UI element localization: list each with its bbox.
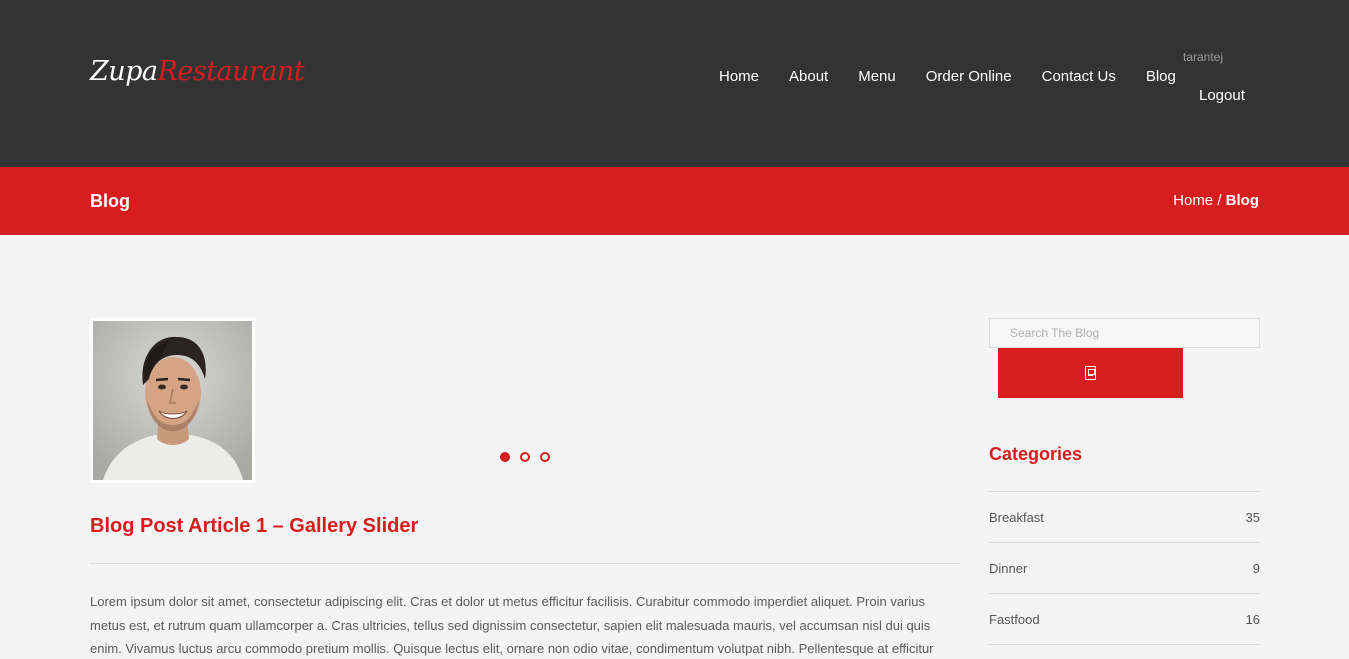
logout-link[interactable]: Logout bbox=[1199, 87, 1245, 104]
user-box: tarantej Logout bbox=[1183, 49, 1263, 104]
category-count: 16 bbox=[1245, 611, 1260, 627]
blog-search-input[interactable] bbox=[989, 318, 1260, 348]
username: tarantej bbox=[1183, 50, 1224, 64]
page-title-bar: Blog Home / Blog bbox=[0, 167, 1349, 235]
slider-dot-1[interactable] bbox=[500, 452, 510, 462]
nav-home[interactable]: Home bbox=[719, 67, 759, 87]
nav-order-online[interactable]: Order Online bbox=[926, 67, 1012, 87]
breadcrumb-home[interactable]: Home bbox=[1173, 192, 1213, 209]
search-icon bbox=[1085, 366, 1096, 380]
portrait-photo bbox=[93, 321, 252, 480]
category-item-fastfood[interactable]: Fastfood 16 bbox=[989, 594, 1260, 645]
category-label: Fastfood bbox=[989, 611, 1040, 627]
categories-heading: Categories bbox=[989, 444, 1083, 464]
nav-contact-us[interactable]: Contact Us bbox=[1042, 67, 1116, 87]
category-label: Dinner bbox=[989, 560, 1028, 576]
category-item-dinner[interactable]: Dinner 9 bbox=[989, 543, 1260, 594]
logo-part-1: Zupa bbox=[90, 56, 158, 87]
gallery-slider-dots bbox=[500, 452, 560, 462]
nav-menu[interactable]: Menu bbox=[858, 67, 896, 87]
page-title: Blog bbox=[90, 191, 130, 211]
breadcrumb: Home / Blog bbox=[1173, 192, 1259, 210]
main-nav: Home About Menu Order Online Contact Us … bbox=[719, 67, 1176, 87]
category-count: 35 bbox=[1245, 509, 1260, 525]
categories-list: Breakfast 35 Dinner 9 Fastfood 16 bbox=[989, 491, 1260, 645]
post-divider bbox=[90, 563, 960, 564]
blog-search-button[interactable] bbox=[998, 348, 1183, 398]
category-count: 9 bbox=[1252, 560, 1260, 576]
category-label: Breakfast bbox=[989, 509, 1044, 525]
nav-about[interactable]: About bbox=[789, 67, 828, 87]
breadcrumb-separator: / bbox=[1213, 192, 1226, 209]
slider-dot-2[interactable] bbox=[520, 452, 530, 462]
category-item-breakfast[interactable]: Breakfast 35 bbox=[989, 492, 1260, 543]
portrait-illustration bbox=[93, 321, 252, 480]
post-gallery-image[interactable] bbox=[90, 318, 255, 483]
breadcrumb-current: Blog bbox=[1225, 192, 1259, 209]
nav-blog[interactable]: Blog bbox=[1146, 67, 1176, 87]
site-logo[interactable]: ZupaRestaurant bbox=[90, 56, 305, 96]
logo-part-2: Restaurant bbox=[157, 56, 305, 87]
post-title[interactable]: Blog Post Article 1 – Gallery Slider bbox=[90, 514, 418, 538]
post-excerpt: Lorem ipsum dolor sit amet, consectetur … bbox=[90, 594, 934, 656]
site-header: ZupaRestaurant Home About Menu Order Onl… bbox=[0, 0, 1349, 167]
slider-dot-3[interactable] bbox=[540, 452, 550, 462]
